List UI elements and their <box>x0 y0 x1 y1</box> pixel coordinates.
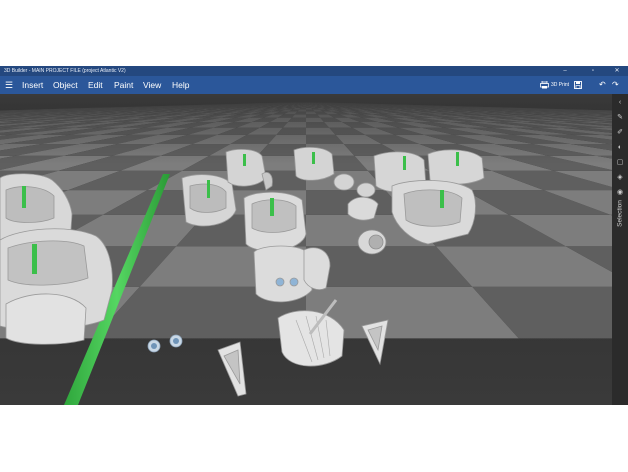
selection-tab[interactable]: Selection <box>613 198 627 232</box>
title-bar: 3D Builder - MAIN PROJECT FILE (project … <box>0 66 628 76</box>
scene-canvas[interactable] <box>0 94 612 405</box>
app-window: 3D Builder - MAIN PROJECT FILE (project … <box>0 66 628 405</box>
box-icon[interactable]: ▢ <box>614 157 626 169</box>
menu-help[interactable]: Help <box>172 76 189 94</box>
3d-viewport[interactable] <box>0 94 612 405</box>
sidebar-collapse-icon[interactable]: ‹ <box>614 97 626 109</box>
menu-edit[interactable]: Edit <box>88 76 103 94</box>
save-icon[interactable] <box>574 81 582 89</box>
selection-label: Selection <box>616 200 624 227</box>
hamburger-menu-icon[interactable]: ☰ <box>3 79 15 91</box>
draw-icon[interactable]: ✐ <box>614 127 626 139</box>
menu-view[interactable]: View <box>143 76 161 94</box>
right-sidebar: ‹ ✎ ✐ ◐ ▢ ◈ ◉ Selection <box>612 94 628 405</box>
maximize-button[interactable]: ▫ <box>584 66 602 76</box>
window-title: 3D Builder - MAIN PROJECT FILE (project … <box>4 68 126 74</box>
redo-icon[interactable]: ↷ <box>612 79 619 91</box>
undo-icon[interactable]: ↶ <box>599 79 606 91</box>
bearing-part[interactable] <box>357 229 387 255</box>
printer-icon[interactable] <box>540 81 549 89</box>
pencil-icon[interactable]: ✎ <box>614 112 626 124</box>
transform-icon[interactable]: ◈ <box>614 172 626 184</box>
menu-insert[interactable]: Insert <box>22 76 43 94</box>
menu-paint[interactable]: Paint <box>114 76 133 94</box>
material-icon[interactable]: ◐ <box>614 142 626 154</box>
menu-bar: ☰ Insert Object Edit Paint View Help 3D … <box>0 76 628 94</box>
close-button[interactable]: ✕ <box>608 66 626 76</box>
minimize-button[interactable]: – <box>556 66 574 76</box>
menu-object[interactable]: Object <box>53 76 78 94</box>
print-label[interactable]: 3D Print <box>551 79 569 91</box>
